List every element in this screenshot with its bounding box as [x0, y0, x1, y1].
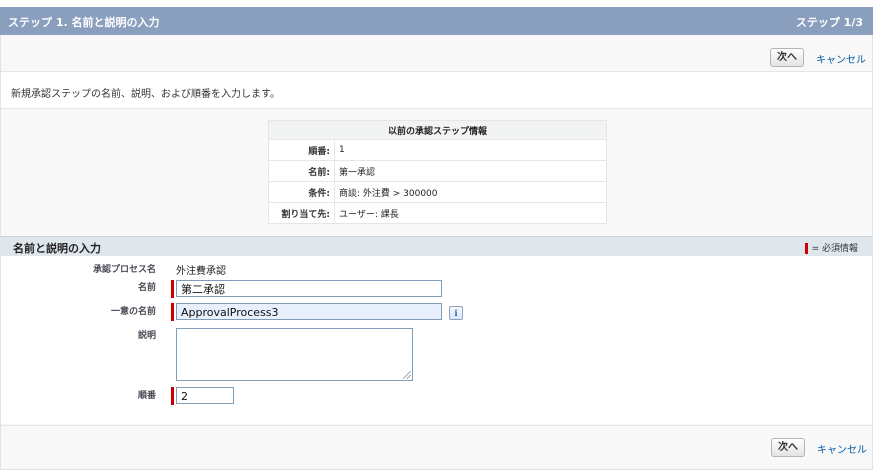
required-marker-icon	[804, 243, 808, 254]
info-label-name: 名前:	[268, 160, 335, 182]
required-indicator	[171, 280, 174, 298]
resize-grip-icon[interactable]	[403, 371, 411, 379]
info-label-order: 順番:	[268, 139, 335, 161]
intro-text-row: 新規承認ステップの名前、説明、および順番を入力します。	[1, 72, 872, 109]
required-indicator	[171, 387, 174, 405]
description-label: 説明	[137, 331, 156, 341]
table-row: 条件: 商談: 外注費 > 300000	[268, 181, 607, 203]
page-header: ステップ 1. 名前と説明の入力 ステップ 1/3	[0, 7, 873, 35]
previous-step-info-table: 以前の承認ステップ情報 順番: 1 名前: 第一承認 条件: 商談: 外注費 >…	[268, 120, 607, 224]
process-name-label: 承認プロセス名	[92, 265, 156, 275]
required-legend: = 必須情報	[804, 241, 858, 254]
info-label-criteria: 条件:	[268, 181, 335, 203]
page-title: ステップ 1. 名前と説明の入力	[8, 16, 160, 29]
info-value-criteria: 商談: 外注費 > 300000	[334, 181, 607, 203]
required-legend-text: = 必須情報	[811, 244, 858, 254]
step-indicator: ステップ 1/3	[795, 16, 863, 29]
order-input[interactable]: 2	[176, 387, 234, 404]
description-textarea[interactable]	[176, 328, 413, 381]
order-label: 順番	[137, 391, 156, 401]
next-button-bottom[interactable]: 次へ	[771, 438, 805, 457]
table-row: 順番: 1	[268, 139, 607, 161]
form-area: 承認プロセス名 外注費承認 名前 第二承認 一意の名前 ApprovalProc…	[1, 256, 872, 424]
table-row: 名前: 第一承認	[268, 160, 607, 182]
next-button-top[interactable]: 次へ	[770, 48, 804, 67]
unique-name-input[interactable]: ApprovalProcess3	[176, 303, 442, 320]
intro-text: 新規承認ステップの名前、説明、および順番を入力します。	[11, 89, 280, 100]
bottom-button-bar: 次へ キャンセル	[1, 425, 872, 470]
name-label: 名前	[137, 283, 156, 293]
cancel-link-top[interactable]: キャンセル	[816, 51, 866, 66]
info-label-assignee: 割り当て先:	[268, 202, 335, 224]
name-input[interactable]: 第二承認	[176, 280, 442, 297]
process-name-value: 外注費承認	[176, 266, 226, 277]
info-icon[interactable]: i	[449, 306, 463, 320]
cancel-link-bottom[interactable]: キャンセル	[817, 441, 867, 456]
info-value-name: 第一承認	[334, 160, 607, 182]
approval-step-wizard: ステップ 1. 名前と説明の入力 ステップ 1/3 次へ キャンセル 新規承認ス…	[0, 0, 873, 475]
info-value-order: 1	[334, 139, 607, 161]
previous-step-info-title: 以前の承認ステップ情報	[268, 120, 607, 140]
unique-name-label: 一意の名前	[110, 307, 156, 317]
required-indicator	[171, 303, 174, 321]
section-title: 名前と説明の入力	[13, 242, 101, 255]
top-button-bar: 次へ キャンセル	[1, 35, 872, 72]
wizard-panel: 次へ キャンセル 新規承認ステップの名前、説明、および順番を入力します。 以前の…	[0, 35, 873, 470]
section-header: 名前と説明の入力 = 必須情報	[1, 236, 872, 256]
info-value-assignee: ユーザー: 課長	[334, 202, 607, 224]
table-row: 割り当て先: ユーザー: 課長	[268, 202, 607, 224]
